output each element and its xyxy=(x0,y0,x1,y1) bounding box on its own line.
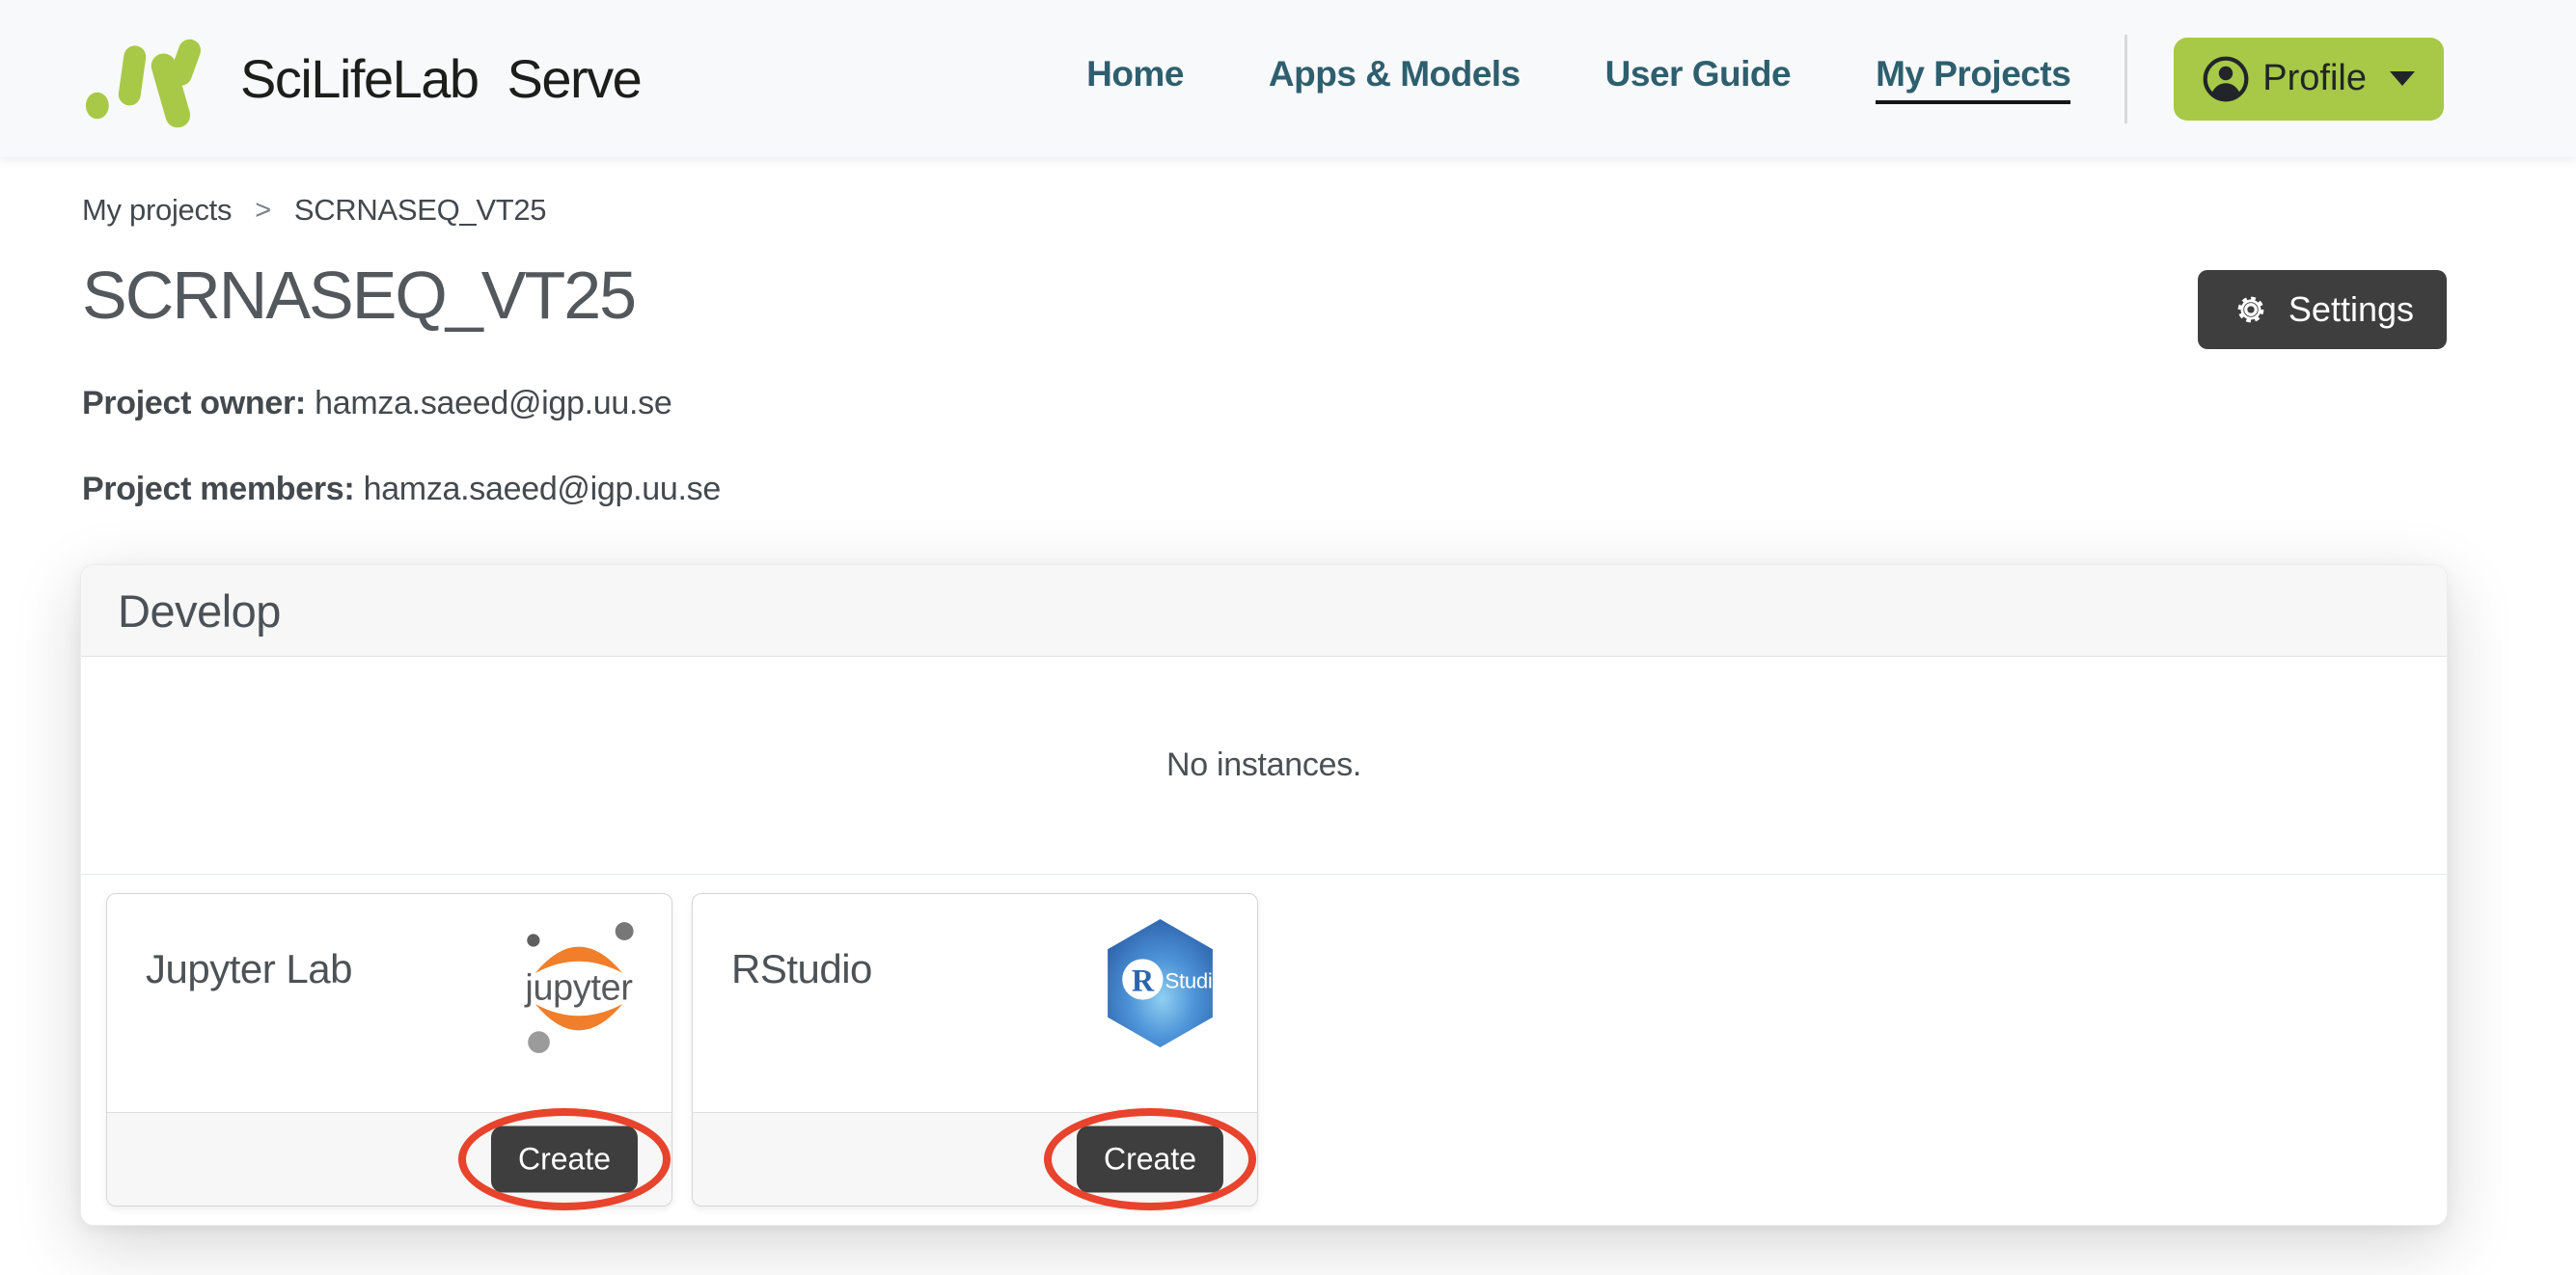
app-card-rstudio-body: RStudio R Studio xyxy=(693,894,1257,1112)
project-owner-label: Project owner: xyxy=(82,385,306,421)
project-members-label: Project members: xyxy=(82,471,354,507)
develop-card-title: Develop xyxy=(118,584,281,638)
project-owner-row: Project owner: hamza.saeed@igp.uu.se xyxy=(82,385,671,422)
develop-card-header: Develop xyxy=(81,565,2447,657)
project-members-row: Project members: hamza.saeed@igp.uu.se xyxy=(82,471,721,508)
nav-item-user-guide[interactable]: User Guide xyxy=(1605,54,1791,104)
project-owner-value: hamza.saeed@igp.uu.se xyxy=(315,385,671,421)
app-card-jupyter-footer: Create xyxy=(107,1112,671,1206)
person-circle-icon xyxy=(2203,56,2249,102)
app-card-rstudio-title: RStudio xyxy=(731,946,872,991)
breadcrumb-link-my-projects[interactable]: My projects xyxy=(82,193,232,228)
brand-name-secondary: Serve xyxy=(507,47,642,110)
header: SciLifeLab Serve Home Apps & Models User… xyxy=(0,0,2576,157)
breadcrumb-separator: > xyxy=(255,195,271,227)
jupyter-create-area: Create xyxy=(492,1125,637,1194)
caret-down-icon xyxy=(2390,71,2415,86)
nav-divider xyxy=(2124,35,2127,123)
nav-item-home[interactable]: Home xyxy=(1086,54,1184,104)
brand-name-primary: SciLifeLab xyxy=(240,47,479,110)
svg-text:Studio: Studio xyxy=(1165,969,1219,993)
jupyter-create-button[interactable]: Create xyxy=(491,1126,638,1193)
project-members-value: hamza.saeed@igp.uu.se xyxy=(364,471,721,507)
apps-row: Jupyter Lab jupyter Create xyxy=(81,875,2447,1225)
profile-label: Profile xyxy=(2262,58,2367,99)
jupyter-lab-logo: jupyter xyxy=(515,908,643,1053)
brand-name: SciLifeLab Serve xyxy=(240,47,641,110)
profile-button[interactable]: Profile xyxy=(2174,38,2444,121)
nav-item-apps-models[interactable]: Apps & Models xyxy=(1269,54,1521,104)
scilifelab-logo-icon xyxy=(82,26,215,132)
no-instances-message: No instances. xyxy=(81,657,2447,875)
settings-label: Settings xyxy=(2288,289,2414,330)
gear-icon xyxy=(2231,289,2271,330)
rstudio-create-area: Create xyxy=(1078,1125,1222,1194)
rstudio-logo: R Studio xyxy=(1102,917,1219,1049)
nav-item-my-projects[interactable]: My Projects xyxy=(1876,54,2070,104)
brand-link[interactable]: SciLifeLab Serve xyxy=(82,26,641,132)
page-title: SCRNASEQ_VT25 xyxy=(82,257,635,335)
svg-text:jupyter: jupyter xyxy=(524,966,632,1007)
app-card-jupyter-title: Jupyter Lab xyxy=(146,946,352,991)
app-card-rstudio: RStudio R Studio xyxy=(692,893,1258,1207)
develop-card: Develop No instances. Jupyter Lab jupyte… xyxy=(80,564,2448,1226)
app-card-jupyter: Jupyter Lab jupyter Create xyxy=(106,893,672,1207)
rstudio-create-button[interactable]: Create xyxy=(1077,1126,1223,1193)
app-card-rstudio-footer: Create xyxy=(693,1112,1257,1206)
breadcrumb-current: SCRNASEQ_VT25 xyxy=(294,193,546,228)
app-card-jupyter-body: Jupyter Lab jupyter xyxy=(107,894,671,1112)
breadcrumb: My projects > SCRNASEQ_VT25 xyxy=(82,193,546,228)
settings-button[interactable]: Settings xyxy=(2198,270,2447,349)
svg-text:R: R xyxy=(1132,963,1155,998)
page: SciLifeLab Serve Home Apps & Models User… xyxy=(0,0,2576,1275)
main-nav: Home Apps & Models User Guide My Project… xyxy=(1086,54,2070,104)
title-row: SCRNASEQ_VT25 Settings xyxy=(82,257,2447,349)
